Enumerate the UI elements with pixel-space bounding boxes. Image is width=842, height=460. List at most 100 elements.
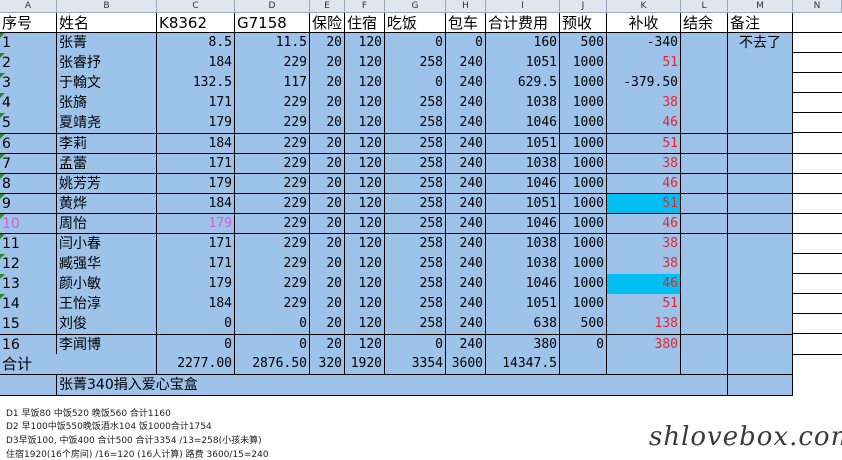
cell-stay-row-13[interactable]: 120 [345,274,385,295]
cell-note-row-3[interactable] [728,73,793,94]
empty-cell[interactable] [793,194,842,214]
cell-g-row-7[interactable]: 229 [235,153,310,175]
cell-ins-row-6[interactable]: 20 [310,133,345,155]
cell-ins-row-5[interactable]: 20 [310,113,345,134]
total-cell-empty[interactable] [681,354,728,375]
cell-k-row-14[interactable]: 184 [157,294,235,315]
column-header-i[interactable]: I [486,0,560,13]
header-cell[interactable]: 序号 [0,13,57,33]
cell-food-row-10[interactable]: 258 [385,213,446,235]
cell-food-row-7[interactable]: 258 [385,153,446,175]
cell-bus-row-14[interactable]: 240 [446,294,486,315]
cell-name-row-14[interactable]: 王怡淳 [57,294,157,315]
column-header-b[interactable]: B [57,0,157,13]
cell-g-row-11[interactable]: 229 [235,234,310,255]
cell-bus-row-11[interactable]: 240 [446,234,486,255]
cell-bal-row-14[interactable] [681,294,728,315]
header-cell[interactable]: 合计费用 [486,13,560,33]
cell-name-row-7[interactable]: 孟蕾 [57,153,157,175]
cell-pre-row-6[interactable]: 1000 [560,133,607,155]
empty-cell[interactable] [793,134,842,154]
cell-stay-row-14[interactable]: 120 [345,294,385,315]
cell-total-row-7[interactable]: 1038 [486,153,560,175]
cell-bus-row-5[interactable]: 240 [446,113,486,134]
cell-food-row-4[interactable]: 258 [385,93,446,114]
cell-total-row-4[interactable]: 1038 [486,93,560,114]
cell-k-row-15[interactable]: 0 [157,314,235,335]
cell-total-row-6[interactable]: 1051 [486,133,560,155]
cell-pre-row-15[interactable]: 500 [560,314,607,335]
cell-bal-row-13[interactable] [681,274,728,295]
total-cell-food[interactable]: 3354 [385,354,446,375]
cell-food-row-12[interactable]: 258 [385,254,446,275]
column-header-f[interactable]: F [345,0,385,13]
empty-cell[interactable] [793,254,842,275]
cell-name-row-3[interactable]: 于翰文 [57,73,157,94]
cell-note-row-12[interactable] [728,254,793,275]
cell-name-row-8[interactable]: 姚芳芳 [57,173,157,195]
cell-g-row-10[interactable]: 229 [235,213,310,235]
cell-pre-row-3[interactable]: 1000 [560,73,607,94]
cell-k-row-4[interactable]: 171 [157,93,235,114]
cell-total-row-3[interactable]: 629.5 [486,73,560,94]
cell-name-row-10[interactable]: 周怡 [57,213,157,235]
column-header-a[interactable]: A [0,0,57,13]
cell-k-row-2[interactable]: 184 [157,53,235,74]
empty-cell[interactable] [793,174,842,194]
cell-no-row-9[interactable]: 9 [0,193,57,215]
empty-cell[interactable] [793,294,842,315]
header-cell[interactable]: 包车 [446,13,486,33]
cell-k-row-16[interactable]: 0 [157,334,235,356]
cell-bus-row-3[interactable]: 240 [446,73,486,94]
cell-ins-row-11[interactable]: 20 [310,234,345,255]
cell-no-row-1[interactable]: 1 [0,33,57,54]
cell-bal-row-1[interactable] [681,33,728,54]
cell-food-row-5[interactable]: 258 [385,113,446,134]
header-cell[interactable]: 结余 [681,13,728,33]
cell-bus-row-4[interactable]: 240 [446,93,486,114]
cell-g-row-2[interactable]: 229 [235,53,310,74]
cell-no-row-5[interactable]: 5 [0,113,57,134]
cell-no-row-3[interactable]: 3 [0,73,57,94]
column-header-g[interactable]: G [385,0,446,13]
empty-cell[interactable] [0,375,57,396]
cell-add-row-11[interactable]: 38 [607,234,681,255]
cell-add-row-8[interactable]: 46 [607,173,681,195]
total-cell-label[interactable]: 合计 [0,354,157,375]
cell-name-row-2[interactable]: 张睿抒 [57,53,157,74]
cell-food-row-14[interactable]: 258 [385,294,446,315]
cell-bal-row-6[interactable] [681,133,728,155]
empty-cell[interactable] [793,93,842,114]
cell-stay-row-2[interactable]: 120 [345,53,385,74]
cell-total-row-16[interactable]: 380 [486,334,560,356]
header-cell[interactable]: 预收 [560,13,607,33]
cell-add-row-9[interactable]: 51 [607,193,681,215]
cell-ins-row-4[interactable]: 20 [310,93,345,114]
header-cell[interactable]: K8362 [157,13,235,33]
cell-stay-row-16[interactable]: 120 [345,334,385,356]
cell-bus-row-7[interactable]: 240 [446,153,486,175]
cell-name-row-11[interactable]: 闫小春 [57,234,157,255]
empty-cell[interactable] [793,33,842,54]
cell-add-row-12[interactable]: 38 [607,254,681,275]
cell-add-row-6[interactable]: 51 [607,133,681,155]
cell-name-row-4[interactable]: 张旖 [57,93,157,114]
header-cell[interactable]: 住宿 [345,13,385,33]
cell-bus-row-10[interactable]: 240 [446,213,486,235]
cell-g-row-13[interactable]: 229 [235,274,310,295]
cell-stay-row-6[interactable]: 120 [345,133,385,155]
cell-stay-row-3[interactable]: 120 [345,73,385,94]
cell-ins-row-15[interactable]: 20 [310,314,345,335]
cell-no-row-2[interactable]: 2 [0,53,57,74]
cell-ins-row-14[interactable]: 20 [310,294,345,315]
cell-name-row-6[interactable]: 李莉 [57,133,157,155]
cell-total-row-9[interactable]: 1051 [486,193,560,215]
column-header-e[interactable]: E [310,0,345,13]
cell-ins-row-1[interactable]: 20 [310,33,345,54]
cell-ins-row-2[interactable]: 20 [310,53,345,74]
cell-bal-row-16[interactable] [681,334,728,356]
cell-pre-row-5[interactable]: 1000 [560,113,607,134]
cell-no-row-6[interactable]: 6 [0,133,57,155]
empty-cell[interactable] [793,335,842,355]
cell-name-row-16[interactable]: 李闻博 [57,334,157,356]
